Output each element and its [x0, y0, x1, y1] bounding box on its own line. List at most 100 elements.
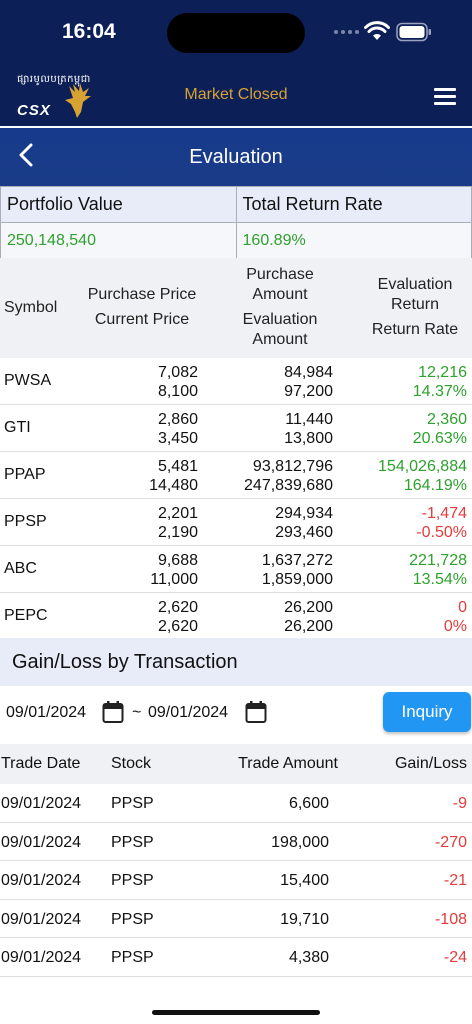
evaluation-return: 12,216 — [418, 364, 467, 381]
symbol-header: Symbol — [4, 299, 58, 316]
holding-symbol: ABC — [4, 560, 37, 577]
status-bar: 16:04 — [0, 0, 472, 66]
holding-symbol: PPSP — [4, 513, 47, 530]
evaluation-amount: 247,839,680 — [244, 477, 333, 494]
purchase-amount: 84,984 — [284, 364, 333, 381]
trade-amount: 198,000 — [271, 833, 329, 851]
page-title: Evaluation — [189, 146, 283, 168]
trade-amount: 4,380 — [288, 949, 329, 966]
battery-icon — [396, 22, 431, 42]
trade-date-header: Trade Date — [1, 755, 81, 772]
current-price: 14,480 — [149, 477, 198, 494]
purchase-price: 2,620 — [157, 599, 198, 616]
evaluation-amount-header-line2: Amount — [252, 331, 308, 348]
trade-date: 09/01/2024 — [1, 872, 82, 889]
portfolio-summary: Portfolio Value Total Return Rate 250,14… — [0, 186, 472, 259]
evaluation-return: 154,026,884 — [378, 458, 467, 475]
current-price-header: Current Price — [94, 311, 190, 328]
return-rate: 14.37% — [412, 383, 467, 400]
trade-stock: PPSP — [111, 872, 154, 889]
evaluation-amount: 97,200 — [284, 383, 333, 400]
trade-row: 09/01/2024 PPSP 4,380 -24 — [0, 938, 472, 977]
evaluation-return: 0 — [458, 599, 467, 616]
purchase-amount: 294,934 — [275, 505, 333, 522]
purchase-price-header: Purchase Price — [87, 286, 197, 303]
wifi-icon — [364, 21, 390, 40]
purchase-amount: 1,637,272 — [261, 552, 333, 569]
trade-stock: PPSP — [111, 833, 154, 851]
app-header: ផ្សារមូលបត្រកម្ពុជា CSX Market Closed — [0, 66, 472, 126]
holding-symbol: GTI — [4, 419, 31, 436]
holding-row[interactable]: PEPC 2,620 2,620 26,200 26,200 0 0% — [0, 593, 472, 634]
trade-amount: 6,600 — [288, 795, 329, 812]
trades-list: 09/01/2024 PPSP 6,600 -9 09/01/2024 PPSP… — [0, 784, 472, 977]
trade-row: 09/01/2024 PPSP 15,400 -21 — [0, 861, 472, 900]
section-title: Gain/Loss by Transaction — [12, 651, 238, 673]
return-rate: 0% — [443, 618, 467, 634]
evaluation-return: 221,728 — [409, 552, 467, 569]
return-rate: 13.54% — [412, 571, 467, 588]
status-time: 16:04 — [62, 20, 116, 43]
evaluation-amount-header-line1: Evaluation — [242, 311, 318, 328]
holding-row[interactable]: GTI 2,860 3,450 11,440 13,800 2,360 20.63% — [0, 405, 472, 452]
trade-gain-loss: -21 — [443, 872, 467, 889]
trade-stock: PPSP — [111, 910, 154, 928]
trade-date: 09/01/2024 — [1, 833, 82, 851]
evaluation-return: -1,474 — [421, 505, 467, 522]
trade-date: 09/01/2024 — [1, 949, 82, 966]
holdings-list[interactable]: PWSA 7,082 8,100 84,984 97,200 12,216 14.37… — [0, 358, 472, 634]
date-to-field[interactable]: 09/01/2024 — [148, 704, 228, 722]
holding-row[interactable]: ABC 9,688 11,000 1,637,272 1,859,000 221,7… — [0, 546, 472, 593]
trade-date: 09/01/2024 — [1, 795, 82, 812]
gain-loss-section-header: Gain/Loss by Transaction — [0, 638, 472, 686]
current-price: 11,000 — [150, 571, 198, 588]
date-from-field[interactable]: 09/01/2024 — [6, 704, 86, 722]
hamburger-menu-icon[interactable] — [434, 88, 456, 105]
cellular-signal-icon — [334, 30, 359, 34]
evaluation-return-header-line1: Evaluation — [377, 276, 453, 293]
purchase-amount: 11,440 — [285, 411, 333, 428]
trade-row: 09/01/2024 PPSP 19,710 -108 — [0, 900, 472, 938]
trade-stock: PPSP — [111, 949, 154, 966]
holdings-table-header: Symbol Purchase Price Current Price Purc… — [0, 258, 472, 358]
inquiry-button[interactable]: Inquiry — [383, 692, 471, 732]
evaluation-return-header-line2: Return — [390, 296, 440, 313]
evaluation-amount: 293,460 — [275, 524, 333, 541]
purchase-price: 9,688 — [157, 552, 198, 569]
purchase-amount: 93,812,796 — [252, 458, 333, 475]
gain-loss-header: Gain/Loss — [394, 755, 467, 772]
holding-row[interactable]: PPSP 2,201 2,190 294,934 293,460 -1,474 -0.… — [0, 499, 472, 546]
purchase-price: 2,201 — [157, 505, 198, 522]
purchase-price: 2,860 — [157, 411, 198, 428]
total-return-rate-label: Total Return Rate — [235, 186, 472, 223]
trade-gain-loss: -24 — [443, 949, 467, 966]
evaluation-amount: 13,800 — [284, 430, 333, 447]
trade-gain-loss: -108 — [434, 910, 467, 928]
return-rate: -0.50% — [416, 524, 467, 541]
home-indicator[interactable] — [152, 1010, 320, 1015]
trade-stock: PPSP — [111, 795, 154, 812]
market-status: Market Closed — [184, 86, 288, 103]
trade-row: 09/01/2024 PPSP 6,600 -9 — [0, 784, 472, 823]
holding-symbol: PWSA — [4, 372, 52, 389]
holding-row[interactable]: PWSA 7,082 8,100 84,984 97,200 12,216 14.37… — [0, 358, 472, 405]
trade-amount: 15,400 — [280, 872, 329, 889]
date-range-filter: 09/01/2024 ~ 09/01/2024 Inquiry — [0, 686, 472, 744]
current-price: 8,100 — [157, 383, 198, 400]
portfolio-value: 250,148,540 — [0, 222, 237, 259]
return-rate: 164.19% — [403, 477, 467, 494]
calendar-icon[interactable] — [245, 700, 267, 724]
dynamic-island — [167, 13, 305, 53]
holding-symbol: PPAP — [4, 466, 46, 483]
evaluation-amount: 26,200 — [284, 618, 333, 634]
total-return-rate: 160.89% — [235, 222, 472, 259]
evaluation-amount: 1,859,000 — [261, 571, 333, 588]
trade-date: 09/01/2024 — [1, 910, 82, 928]
title-bar: Evaluation — [0, 128, 472, 186]
evaluation-return: 2,360 — [426, 411, 467, 428]
calendar-icon[interactable] — [102, 700, 124, 724]
logo-csx-text: CSX — [17, 102, 51, 119]
current-price: 2,190 — [157, 524, 198, 541]
holding-row[interactable]: PPAP 5,481 14,480 93,812,796 247,839,680 1… — [0, 452, 472, 499]
purchase-amount-header-line1: Purchase — [246, 266, 314, 283]
